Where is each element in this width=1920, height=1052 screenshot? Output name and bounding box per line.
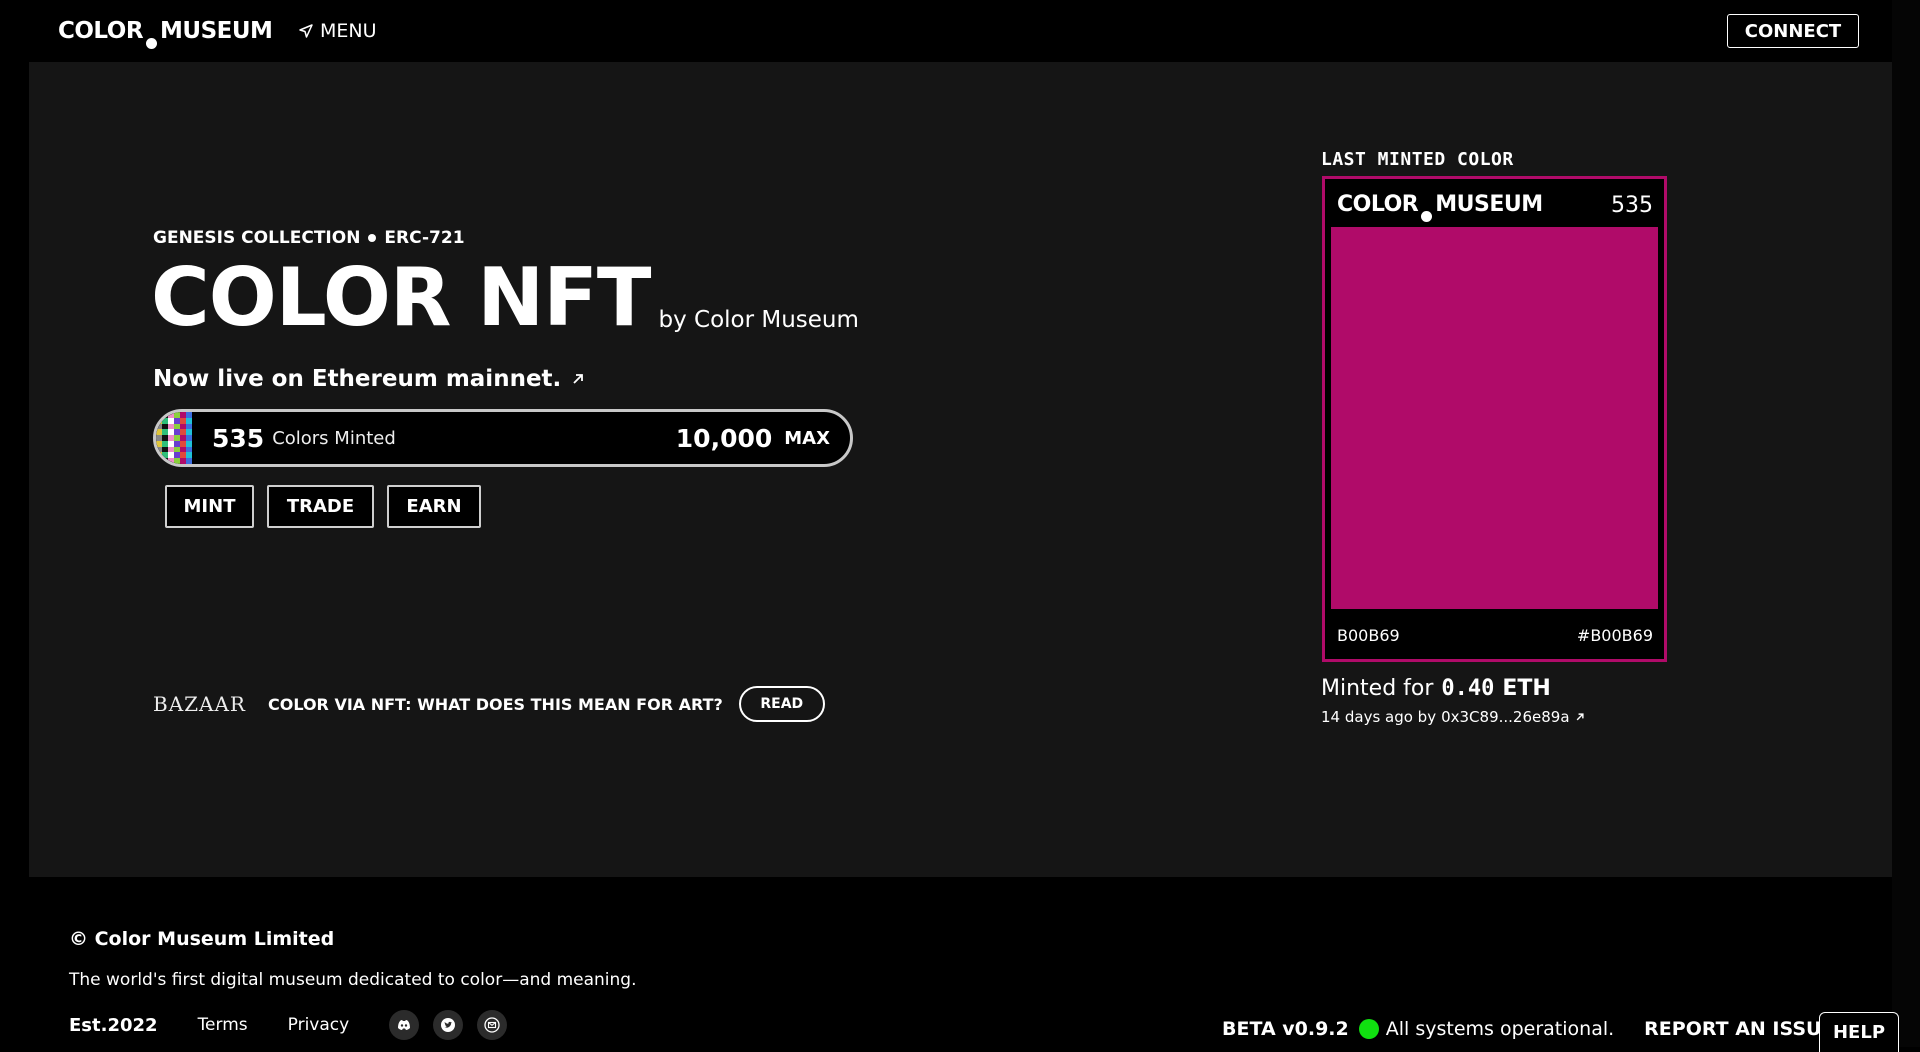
logo-dot	[146, 38, 158, 49]
max-label: MAX	[784, 427, 830, 449]
logo-text-right: MUSEUM	[160, 18, 273, 44]
press-headline: COLOR VIA NFT: WHAT DOES THIS MEAN FOR A…	[267, 694, 723, 714]
minted-for-label: Minted for	[1321, 676, 1434, 701]
mint-progress-fill	[156, 412, 192, 464]
color-swatch	[1331, 227, 1658, 609]
price-value: 0.40	[1441, 676, 1495, 701]
byline: by Color Museum	[658, 307, 859, 333]
twitter-icon[interactable]	[433, 1010, 464, 1040]
minted-when: 14 days ago by	[1321, 708, 1437, 726]
bazaar-logo: BAZAAR	[153, 692, 246, 716]
scrollbar[interactable]	[1892, 0, 1920, 1047]
action-buttons: MINT TRADE EARN	[165, 485, 481, 528]
minter-address-link[interactable]: 0x3C89...26e89a	[1441, 708, 1569, 726]
mint-button[interactable]: MINT	[165, 485, 254, 528]
menu-label: MENU	[320, 20, 377, 42]
mint-progress-bar: 535 Colors Minted 10,000 MAX	[153, 409, 853, 467]
status-text: All systems operational.	[1385, 1018, 1615, 1040]
tagline: The world's first digital museum dedicat…	[69, 970, 637, 990]
token-standard: ERC-721	[384, 228, 465, 248]
terms-link[interactable]: Terms	[198, 1015, 248, 1035]
system-status: BETA v0.9.2 All systems operational. REP…	[1222, 1018, 1834, 1040]
read-button[interactable]: READ	[738, 686, 825, 722]
price-unit: ETH	[1502, 676, 1551, 701]
discord-icon[interactable]	[389, 1010, 420, 1040]
last-minted-card[interactable]: COLOR MUSEUM 535 B00B69 #B00B69	[1322, 176, 1667, 662]
last-minted-heading: LAST MINTED COLOR	[1321, 149, 1514, 170]
minted-price: Minted for 0.40 ETH	[1321, 676, 1551, 701]
menu-button[interactable]: MENU	[298, 20, 377, 42]
mainnet-text: Now live on Ethereum mainnet.	[153, 366, 562, 392]
bullet-separator	[368, 234, 377, 242]
connect-button[interactable]: CONNECT	[1727, 14, 1859, 48]
color-hex: #B00B69	[1576, 626, 1653, 645]
copyright: © Color Museum Limited	[69, 928, 335, 950]
site-logo[interactable]: COLOR MUSEUM	[58, 18, 273, 49]
minted-count: 535	[212, 423, 265, 453]
external-arrow-icon	[1576, 713, 1584, 721]
card-logo-dot	[1421, 211, 1433, 222]
max-count: 10,000	[675, 423, 773, 453]
minted-meta: 14 days ago by 0x3C89...26e89a	[1321, 708, 1585, 726]
version-label: BETA v0.9.2	[1222, 1018, 1349, 1040]
hero-title-group: COLOR NFT by Color Museum	[151, 255, 859, 341]
earn-button[interactable]: EARN	[387, 485, 481, 528]
collection-name: GENESIS COLLECTION	[153, 228, 361, 248]
token-number: 535	[1611, 193, 1653, 218]
minted-label: Colors Minted	[272, 427, 396, 449]
trade-button[interactable]: TRADE	[267, 485, 374, 528]
status-indicator-icon	[1358, 1019, 1379, 1039]
footer-links: Est.2022 Terms Privacy	[69, 1010, 521, 1040]
report-issue-link[interactable]: REPORT AN ISSUE	[1644, 1018, 1834, 1040]
card-logo: COLOR MUSEUM	[1337, 192, 1543, 222]
top-bar: COLOR MUSEUM MENU CONNECT	[0, 0, 1892, 62]
mainnet-link[interactable]: Now live on Ethereum mainnet.	[153, 366, 585, 392]
color-name: B00B69	[1337, 626, 1400, 645]
collection-eyebrow: GENESIS COLLECTION ERC-721	[153, 228, 465, 248]
external-arrow-icon	[573, 374, 584, 384]
help-button[interactable]: HELP	[1819, 1012, 1899, 1052]
card-logo-left: COLOR	[1337, 192, 1419, 217]
logo-text-left: COLOR	[58, 18, 144, 44]
privacy-link[interactable]: Privacy	[288, 1015, 350, 1035]
established-year: Est.2022	[69, 1014, 158, 1036]
mail-icon[interactable]	[477, 1010, 508, 1040]
send-icon	[299, 24, 313, 38]
press-feature: BAZAAR COLOR VIA NFT: WHAT DOES THIS MEA…	[153, 686, 825, 722]
page-title: COLOR NFT	[151, 251, 651, 344]
card-logo-right: MUSEUM	[1435, 192, 1543, 217]
